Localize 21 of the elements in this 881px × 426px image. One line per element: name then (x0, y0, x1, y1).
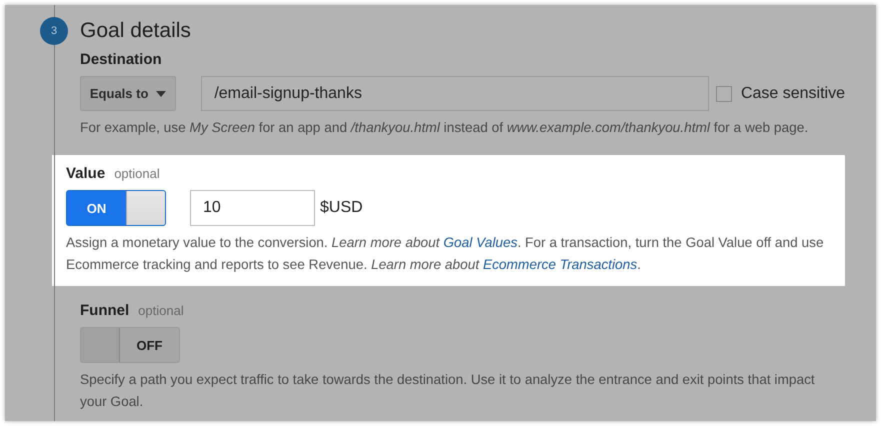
help-text: For example, use My Screen for an app and /thankyou.html instead of www.example.com/thankyou.html for a web page. (80, 119, 810, 137)
destination-field[interactable]: /email-signup-thanks (201, 76, 710, 111)
toggle-switch[interactable]: ON (66, 190, 166, 226)
field-label: Value (66, 165, 106, 182)
checkbox[interactable] (716, 86, 732, 102)
caret-icon (156, 90, 166, 96)
help-text: Specify a path you expect traffic to take towards the destination. Use it to analyze the entrance and exit points that impact your Goal. (80, 371, 816, 411)
value-field[interactable]: 10 (190, 190, 315, 226)
toggle-switch[interactable]: OFF (80, 327, 180, 363)
optional-label: optional (114, 166, 160, 181)
step-number: 3 (40, 17, 68, 45)
currency-label: $USD (320, 199, 363, 217)
field-label: Funnel (80, 302, 130, 319)
match-type-dropdown[interactable]: Equals to (80, 76, 176, 111)
help-link[interactable]: Ecommerce Transactions (482, 257, 638, 272)
help-text: Assign a monetary value to the conversion. Learn more about Goal Values. For a transaction, turn the Goal Value off and use Ecommerce tracking and reports to see Revenue. Learn more about Ecommerce Transactions. (66, 234, 825, 274)
field-label: Destination (80, 51, 163, 68)
section-title: Goal details (80, 19, 191, 43)
checkbox-label: Case sensitive (740, 84, 845, 102)
optional-label: optional (138, 303, 184, 318)
help-link[interactable]: Goal Values (443, 235, 518, 250)
